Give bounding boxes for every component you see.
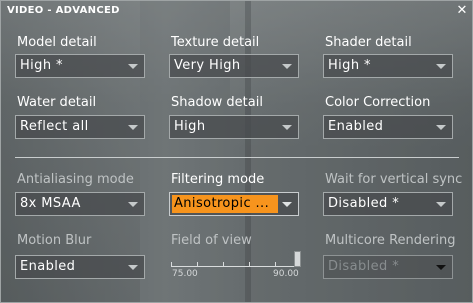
shader-detail-label: Shader detail — [325, 35, 412, 50]
shader-detail-select[interactable]: High * — [323, 54, 453, 78]
shadow-detail-select[interactable]: High — [169, 115, 299, 139]
slider-tick — [171, 262, 172, 266]
motion-blur-value: Enabled — [20, 259, 76, 274]
color-correction-select[interactable]: Enabled — [323, 115, 453, 139]
wait-vsync-select[interactable]: Disabled * — [323, 192, 453, 216]
texture-detail-value: Very High — [174, 58, 241, 73]
chevron-down-icon — [128, 64, 138, 69]
wait-vsync-value: Disabled * — [328, 196, 400, 211]
texture-detail-select[interactable]: Very High — [169, 54, 299, 78]
model-detail-label: Model detail — [17, 35, 97, 50]
model-detail-select[interactable]: High * — [15, 54, 145, 78]
motion-blur-select[interactable]: Enabled — [15, 255, 145, 279]
slider-max-label: 90.00 — [273, 269, 299, 279]
video-advanced-dialog: VIDEO - ADVANCED ✕ Model detail High * T… — [0, 0, 473, 303]
shader-detail-value: High * — [328, 58, 371, 73]
slider-tick — [249, 262, 250, 266]
dialog-title: VIDEO - ADVANCED — [7, 5, 120, 16]
chevron-down-icon — [128, 265, 138, 270]
chevron-down-icon — [436, 202, 446, 207]
filtering-mode-select[interactable]: Anisotropic ... — [169, 192, 299, 216]
multicore-rendering-value: Disabled * — [328, 259, 400, 274]
slider-tick — [223, 262, 224, 266]
color-correction-label: Color Correction — [325, 95, 431, 110]
chevron-down-icon — [282, 202, 292, 207]
filtering-mode-value: Anisotropic ... — [174, 196, 270, 211]
model-detail-value: High * — [20, 58, 63, 73]
water-detail-value: Reflect all — [20, 119, 89, 134]
close-icon[interactable]: ✕ — [455, 4, 469, 18]
chevron-down-icon — [128, 125, 138, 130]
multicore-rendering-label: Multicore Rendering — [325, 233, 456, 248]
section-divider — [15, 157, 459, 158]
slider-thumb[interactable] — [294, 251, 301, 267]
field-of-view-label: Field of view — [171, 233, 252, 248]
chevron-down-icon — [282, 64, 292, 69]
slider-min-label: 75.00 — [172, 269, 198, 279]
texture-detail-label: Texture detail — [171, 35, 260, 50]
field-of-view-slider[interactable] — [171, 266, 301, 267]
color-correction-value: Enabled — [328, 119, 384, 134]
multicore-rendering-select[interactable]: Disabled * — [323, 255, 453, 279]
antialiasing-mode-select[interactable]: 8x MSAA — [15, 192, 145, 216]
chevron-down-icon — [128, 202, 138, 207]
filtering-mode-label: Filtering mode — [171, 172, 265, 187]
antialiasing-mode-value: 8x MSAA — [20, 196, 81, 211]
chevron-down-icon — [436, 64, 446, 69]
shadow-detail-label: Shadow detail — [171, 95, 263, 110]
water-detail-select[interactable]: Reflect all — [15, 115, 145, 139]
chevron-down-icon — [436, 125, 446, 130]
chevron-down-icon — [282, 125, 292, 130]
wait-vsync-label: Wait for vertical sync — [325, 172, 463, 187]
slider-tick — [197, 262, 198, 266]
shadow-detail-value: High — [174, 119, 206, 134]
water-detail-label: Water detail — [17, 95, 97, 110]
slider-tick — [275, 262, 276, 266]
antialiasing-mode-label: Antialiasing mode — [17, 172, 134, 187]
motion-blur-label: Motion Blur — [17, 233, 92, 248]
chevron-down-icon — [436, 265, 446, 270]
